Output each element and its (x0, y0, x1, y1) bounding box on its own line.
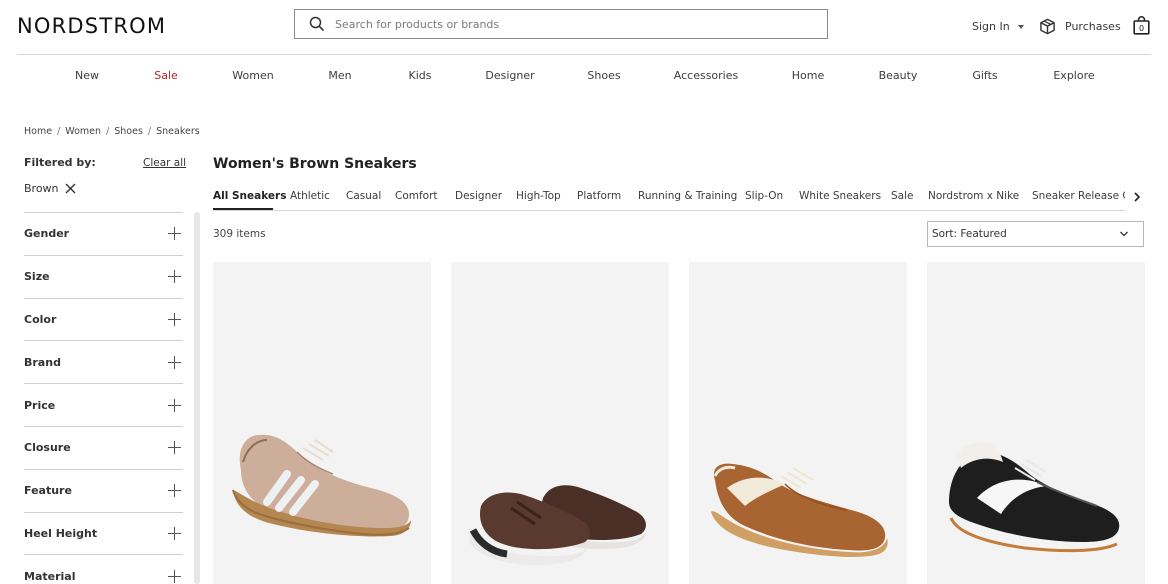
plus-icon (168, 441, 181, 455)
sign-in-label: Sign In (972, 20, 1010, 33)
sign-in-menu[interactable]: Sign In (972, 20, 1024, 33)
breadcrumb-women[interactable]: Women (65, 126, 101, 137)
nav-women[interactable]: Women (232, 69, 273, 82)
tab-athletic[interactable]: Athletic (290, 190, 330, 202)
search-icon (309, 16, 325, 32)
item-count: 309 items (213, 228, 266, 240)
close-icon[interactable] (65, 183, 76, 194)
tab-slip-on[interactable]: Slip-On (745, 190, 783, 202)
tab-nordstrom-x-nike[interactable]: Nordstrom x Nike (928, 190, 1019, 202)
bag-count: 0 (1139, 24, 1144, 33)
nav-home[interactable]: Home (792, 69, 824, 82)
search-bar[interactable] (294, 9, 828, 39)
tab-high-top[interactable]: High-Top (516, 190, 561, 202)
tan-suede-sneaker-with-white-stripes-image (232, 434, 411, 537)
shopping-bag-icon[interactable]: 0 (1133, 16, 1150, 35)
facet-feature[interactable]: Feature (24, 468, 183, 512)
facet-heel-height[interactable]: Heel Height (24, 511, 183, 555)
facet-label: Size (24, 270, 50, 284)
facet-size[interactable]: Size (24, 254, 183, 298)
nav-new[interactable]: New (75, 69, 99, 82)
tab-casual[interactable]: Casual (346, 190, 381, 202)
facet-gender[interactable]: Gender (24, 212, 183, 255)
plus-icon (168, 227, 181, 241)
nav-explore[interactable]: Explore (1053, 69, 1094, 82)
tab-comfort[interactable]: Comfort (395, 190, 438, 202)
product-card[interactable] (689, 262, 907, 584)
purchases-link[interactable]: Purchases (1039, 18, 1121, 35)
purchases-label: Purchases (1065, 20, 1121, 33)
main-nav: New Sale Women Men Kids Designer Shoes A… (0, 69, 1168, 83)
facet-label: Feature (24, 484, 72, 498)
facet-label: Material (24, 569, 76, 583)
tab-all-sneakers[interactable]: All Sneakers (213, 190, 286, 202)
active-filter-label: Brown (24, 182, 59, 195)
breadcrumb-separator: / (57, 126, 61, 137)
facet-label: Heel Height (24, 526, 98, 540)
tab-platform[interactable]: Platform (577, 190, 621, 202)
sort-label: Sort: Featured (932, 228, 1007, 240)
nav-gifts[interactable]: Gifts (972, 69, 997, 82)
tab-designer[interactable]: Designer (455, 190, 502, 202)
search-input[interactable] (335, 17, 815, 31)
facet-label: Brand (24, 355, 61, 369)
facet-list: Gender Size Color Brand Price Closure Fe… (24, 212, 183, 584)
header-divider (17, 54, 1151, 55)
box-icon (1040, 18, 1055, 35)
nav-designer[interactable]: Designer (485, 69, 534, 82)
nav-shoes[interactable]: Shoes (587, 69, 620, 82)
nav-men[interactable]: Men (328, 69, 351, 82)
tab-white-sneakers[interactable]: White Sneakers (799, 190, 881, 202)
facet-price[interactable]: Price (24, 383, 183, 426)
plus-icon (168, 484, 181, 498)
nordstrom-logo[interactable]: NORDSTROM (17, 14, 166, 38)
active-filter-chip[interactable]: Brown (24, 182, 76, 195)
facet-label: Gender (24, 227, 70, 241)
plus-icon (168, 270, 181, 284)
sidebar-scrollbar[interactable] (194, 212, 200, 584)
breadcrumb-sneakers: Sneakers (156, 126, 200, 137)
filtered-by-label: Filtered by: (24, 156, 96, 169)
sort-dropdown[interactable]: Sort: Featured (927, 221, 1144, 247)
facet-label: Price (24, 398, 56, 412)
plus-icon (168, 569, 181, 583)
plus-icon (168, 526, 181, 540)
chevron-right-icon[interactable] (1132, 191, 1142, 203)
facet-material[interactable]: Material (24, 554, 183, 584)
plus-icon (168, 355, 181, 369)
nav-beauty[interactable]: Beauty (879, 69, 918, 82)
chevron-down-icon (1120, 231, 1128, 237)
facet-brand[interactable]: Brand (24, 340, 183, 383)
nav-kids[interactable]: Kids (409, 69, 432, 82)
active-tab-indicator (213, 208, 273, 210)
breadcrumb: Home / Women / Shoes / Sneakers (24, 126, 200, 137)
tab-sale[interactable]: Sale (891, 190, 913, 202)
breadcrumb-separator: / (147, 126, 152, 137)
plus-icon (168, 312, 181, 326)
facet-label: Color (24, 312, 57, 326)
breadcrumb-separator: / (106, 126, 110, 137)
breadcrumb-shoes[interactable]: Shoes (114, 126, 143, 137)
breadcrumb-home[interactable]: Home (24, 126, 52, 137)
clear-all-link[interactable]: Clear all (143, 157, 186, 169)
facet-color[interactable]: Color (24, 297, 183, 341)
brown-running-sneaker-pair-image (469, 485, 647, 565)
nav-sale[interactable]: Sale (154, 69, 178, 82)
product-card[interactable] (451, 262, 669, 584)
category-tabs: All Sneakers Athletic Casual Comfort Des… (213, 186, 1125, 211)
facet-closure[interactable]: Closure (24, 425, 183, 469)
black-sneaker-with-white-stripe-and-shearling-collar-image (947, 442, 1122, 553)
chevron-down-icon (1017, 24, 1024, 29)
page-title: Women's Brown Sneakers (213, 156, 417, 172)
nav-accessories[interactable]: Accessories (674, 69, 738, 82)
brown-suede-sneaker-with-cream-stripe-image (711, 463, 888, 557)
plus-icon (168, 398, 181, 412)
facet-label: Closure (24, 441, 71, 455)
product-card[interactable] (927, 262, 1145, 584)
tab-sneaker-release[interactable]: Sneaker Release C (1032, 190, 1125, 202)
tab-running-training[interactable]: Running & Training (638, 190, 737, 202)
product-card[interactable] (213, 262, 431, 584)
